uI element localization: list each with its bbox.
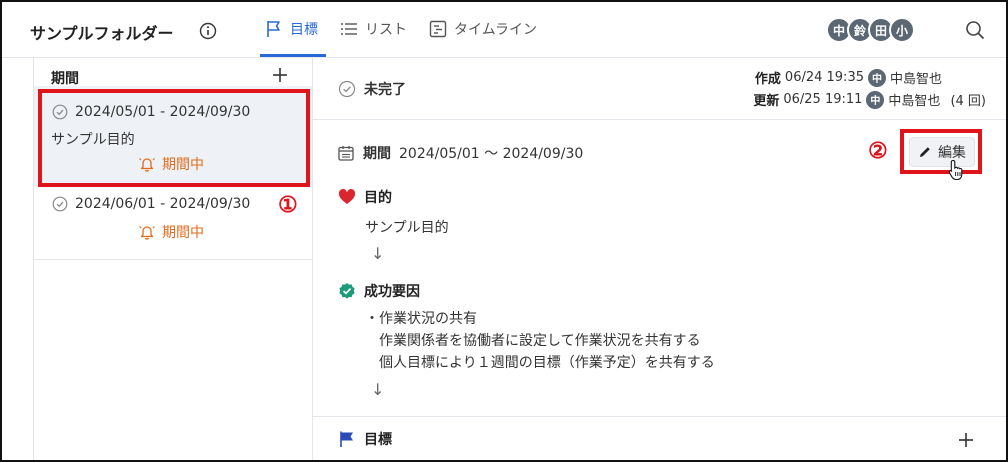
created-info: 作成 06/24 19:35 中 中島智也: [755, 68, 986, 87]
period-list-header: 期間: [51, 71, 79, 87]
avatar[interactable]: 小: [889, 17, 915, 43]
purpose-label: 目的: [364, 190, 392, 206]
active-tab-indicator: [260, 54, 326, 57]
success-factor-heading: 成功要因: [338, 281, 420, 301]
info-icon[interactable]: [199, 22, 217, 40]
list-icon: [341, 23, 357, 35]
updated-label: 更新: [753, 94, 780, 109]
flag-filled-icon: [340, 431, 353, 447]
created-user: 中島智也: [889, 72, 942, 87]
status-badge: 期間中: [138, 222, 204, 242]
hand-cursor-icon: [948, 159, 963, 181]
check-circle-icon: [338, 80, 356, 98]
down-arrow-icon: ↓: [371, 244, 385, 263]
updated-info: 更新 06/25 19:11 中 中島智也 (4 回): [753, 90, 986, 109]
search-icon[interactable]: [964, 19, 986, 41]
highlight-box-period-item: [38, 89, 310, 187]
purpose-value: サンプル目的: [365, 220, 449, 236]
tab-list[interactable]: リスト: [339, 19, 407, 39]
tab-timeline[interactable]: タイムライン: [428, 19, 537, 39]
callout-number-1: ①: [278, 192, 298, 218]
add-goal-icon[interactable]: [957, 431, 975, 449]
tab-goals[interactable]: 目標: [264, 19, 318, 39]
completion-status[interactable]: 未完了: [338, 79, 406, 99]
updated-datetime: 06/25 19:11: [783, 92, 863, 107]
success-factor-line: 個人目標により１週間の目標（作業予定）を共有する: [379, 355, 715, 371]
add-period-icon[interactable]: [271, 66, 289, 84]
highlight-box-edit-button: [900, 129, 982, 174]
timeline-icon: [429, 20, 447, 38]
update-count: (4 回): [950, 94, 986, 109]
check-circle-icon: [52, 196, 68, 212]
avatar: 中: [867, 68, 886, 87]
top-header: サンプルフォルダー 目標 リスト タイムライン 中 鈴 田 小: [2, 2, 1006, 58]
tab-goals-label: 目標: [290, 22, 318, 38]
created-label: 作成: [754, 72, 781, 87]
avatar: 中: [866, 90, 885, 109]
member-avatars[interactable]: 中 鈴 田 小: [826, 17, 915, 43]
goal-detail-panel: 未完了 作成 06/24 19:35 中 中島智也 更新 06/25 19:11…: [313, 58, 1006, 460]
flag-icon: [267, 21, 280, 37]
calendar-icon: [338, 146, 354, 161]
created-datetime: 06/24 19:35: [784, 70, 864, 85]
period-range: 2024/06/01 - 2024/09/30: [75, 196, 251, 212]
period-label: 期間: [363, 146, 391, 162]
status-label: 期間中: [162, 225, 204, 241]
updated-user: 中島智也: [888, 94, 941, 109]
goal-label: 目標: [364, 432, 392, 448]
success-factor-line: ・作業状況の共有: [365, 311, 477, 327]
verified-check-icon: [339, 283, 355, 299]
success-factor-label: 成功要因: [364, 284, 420, 300]
bell-icon: [139, 226, 155, 240]
period-row: 期間 2024/05/01 〜 2024/09/30: [337, 143, 583, 163]
tab-timeline-label: タイムライン: [454, 22, 538, 38]
goal-heading: 目標: [338, 429, 392, 449]
heart-icon: [338, 189, 356, 204]
tab-list-label: リスト: [365, 22, 407, 38]
period-value: 2024/05/01 〜 2024/09/30: [399, 146, 584, 162]
purpose-heading: 目的: [338, 187, 392, 207]
period-item[interactable]: 2024/06/01 - 2024/09/30 期間中: [34, 186, 312, 260]
completion-status-label: 未完了: [364, 82, 406, 98]
down-arrow-icon: ↓: [371, 380, 385, 399]
goal-section-row: 目標: [313, 416, 1006, 460]
detail-status-row: 未完了 作成 06/24 19:35 中 中島智也 更新 06/25 19:11…: [313, 58, 1006, 120]
app-window: サンプルフォルダー 目標 リスト タイムライン 中 鈴 田 小 期間 2024/…: [0, 0, 1008, 462]
callout-number-2: ②: [868, 138, 888, 164]
folder-title: サンプルフォルダー: [30, 24, 174, 43]
success-factor-line: 作業関係者を協働者に設定して作業状況を共有する: [379, 333, 701, 349]
